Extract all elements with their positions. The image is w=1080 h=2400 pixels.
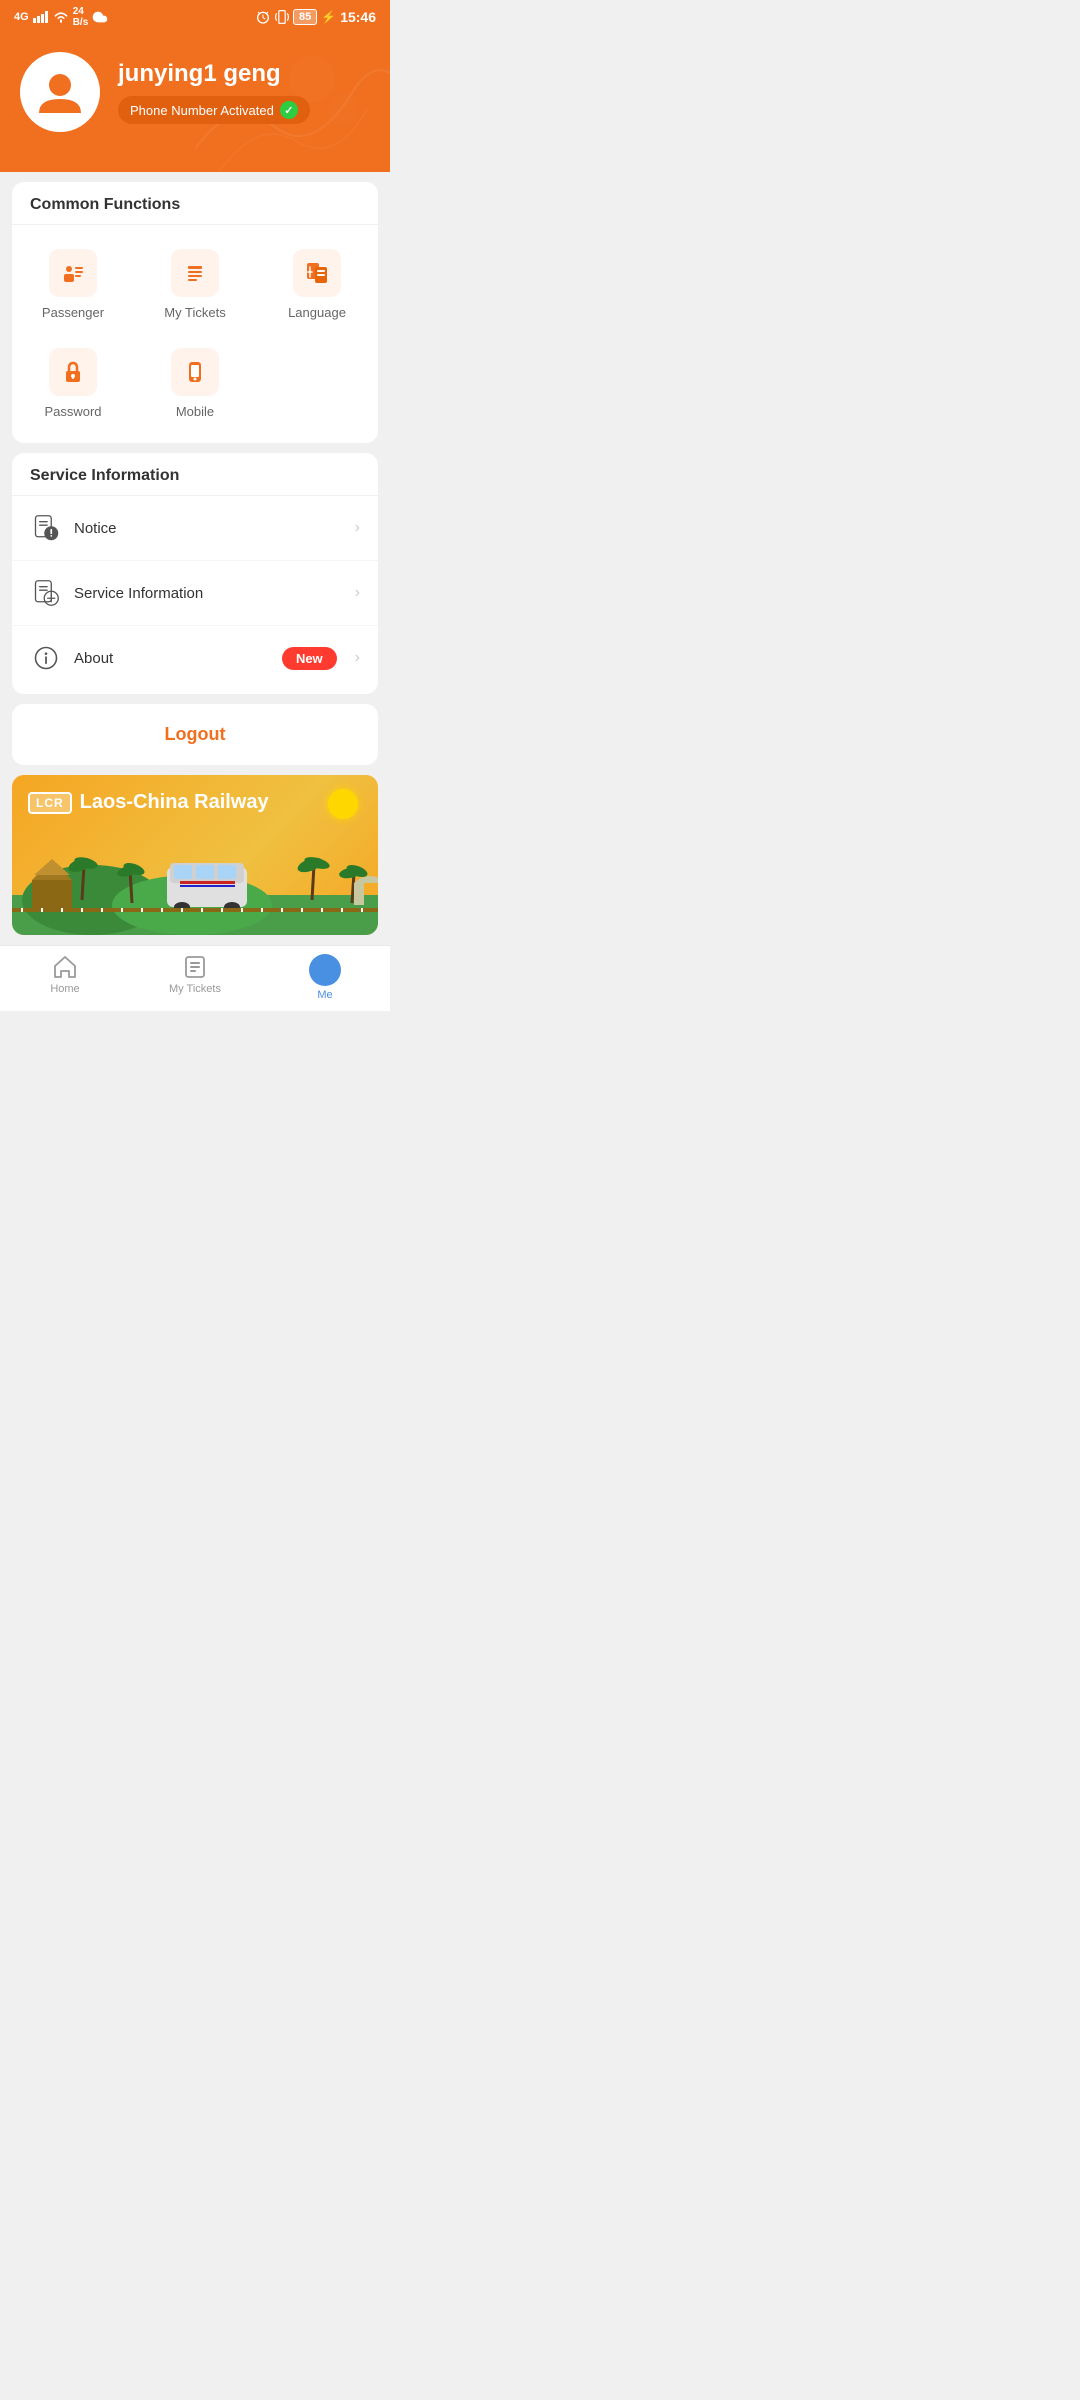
banner-content: LCR Laos-China Railway <box>28 791 269 814</box>
signal-icon <box>33 11 49 23</box>
vibrate-icon <box>275 9 289 25</box>
notice-icon <box>30 512 62 544</box>
logout-button[interactable]: Logout <box>165 724 226 745</box>
battery-level: 85 <box>293 9 317 25</box>
service-item-notice[interactable]: Notice › <box>12 496 378 561</box>
profile-header: junying1 geng Phone Number Activated ✓ <box>0 32 390 172</box>
avatar-icon <box>33 65 87 119</box>
network-indicator: 4G <box>14 11 29 23</box>
new-badge: New <box>282 647 337 670</box>
banner-title: Laos-China Railway <box>80 791 269 814</box>
notice-chevron: › <box>355 519 360 537</box>
language-icon-wrapper <box>293 249 341 297</box>
about-svg-icon <box>32 644 60 672</box>
banner-scene-illustration <box>12 825 378 935</box>
phone-badge: Phone Number Activated ✓ <box>118 96 310 124</box>
home-nav-icon <box>52 954 78 980</box>
common-functions-title: Common Functions <box>12 182 378 225</box>
service-information-card: Service Information Notice › <box>12 453 378 694</box>
my-tickets-nav-icon <box>182 954 208 980</box>
common-functions-card: Common Functions Passenger <box>12 182 378 443</box>
nav-my-tickets[interactable]: My Tickets <box>165 954 225 1001</box>
password-label: Password <box>44 404 101 419</box>
profile-name: junying1 geng <box>118 60 310 88</box>
nav-home[interactable]: Home <box>35 954 95 1001</box>
nav-me[interactable]: Me <box>295 954 355 1001</box>
password-icon-wrapper <box>49 348 97 396</box>
my-tickets-nav-label: My Tickets <box>169 983 221 995</box>
status-right: 85 ⚡ 15:46 <box>255 9 376 25</box>
about-icon <box>30 642 62 674</box>
functions-grid: Passenger My Tickets <box>12 225 378 443</box>
password-icon <box>59 358 87 386</box>
time: 15:46 <box>340 9 376 25</box>
passenger-label: Passenger <box>42 305 104 320</box>
cloud-icon <box>92 9 108 25</box>
me-nav-avatar <box>309 954 341 986</box>
service-item-about[interactable]: About New › <box>12 626 378 690</box>
function-my-tickets[interactable]: My Tickets <box>134 235 256 334</box>
function-mobile[interactable]: Mobile <box>134 334 256 433</box>
data-speed: 24B/s <box>73 6 89 28</box>
lcr-logo: LCR <box>28 792 72 814</box>
wifi-icon <box>53 11 69 23</box>
me-nav-label: Me <box>317 989 332 1001</box>
profile-info: junying1 geng Phone Number Activated ✓ <box>118 60 310 124</box>
status-left: 4G 24B/s <box>14 6 108 28</box>
function-language[interactable]: Language <box>256 235 378 334</box>
banner-sun <box>328 789 358 819</box>
about-chevron: › <box>355 649 360 667</box>
passenger-icon <box>59 259 87 287</box>
me-nav-icon <box>315 960 335 980</box>
notice-svg-icon <box>32 514 60 542</box>
logout-card[interactable]: Logout <box>12 704 378 765</box>
my-tickets-icon <box>181 259 209 287</box>
about-text: About <box>74 650 270 667</box>
home-nav-label: Home <box>50 983 79 995</box>
function-passenger[interactable]: Passenger <box>12 235 134 334</box>
notice-text: Notice <box>74 520 343 537</box>
service-information-title: Service Information <box>12 453 378 496</box>
my-tickets-icon-wrapper <box>171 249 219 297</box>
service-info-chevron: › <box>355 584 360 602</box>
verified-checkmark: ✓ <box>280 101 298 119</box>
mobile-icon-wrapper <box>171 348 219 396</box>
service-info-text: Service Information <box>74 585 343 602</box>
mobile-label: Mobile <box>176 404 214 419</box>
mobile-icon <box>181 358 209 386</box>
service-item-service-info[interactable]: Service Information › <box>12 561 378 626</box>
service-info-svg-icon <box>32 579 60 607</box>
service-list: Notice › Service Information › <box>12 496 378 694</box>
language-icon <box>303 259 331 287</box>
phone-badge-text: Phone Number Activated <box>130 103 274 118</box>
language-label: Language <box>288 305 346 320</box>
lcr-banner[interactable]: LCR Laos-China Railway <box>12 775 378 935</box>
service-info-icon <box>30 577 62 609</box>
status-bar: 4G 24B/s 85 ⚡ 15:46 <box>0 0 390 32</box>
alarm-icon <box>255 9 271 25</box>
my-tickets-label: My Tickets <box>164 305 225 320</box>
function-password[interactable]: Password <box>12 334 134 433</box>
passenger-icon-wrapper <box>49 249 97 297</box>
avatar[interactable] <box>20 52 100 132</box>
bottom-nav: Home My Tickets Me <box>0 945 390 1011</box>
